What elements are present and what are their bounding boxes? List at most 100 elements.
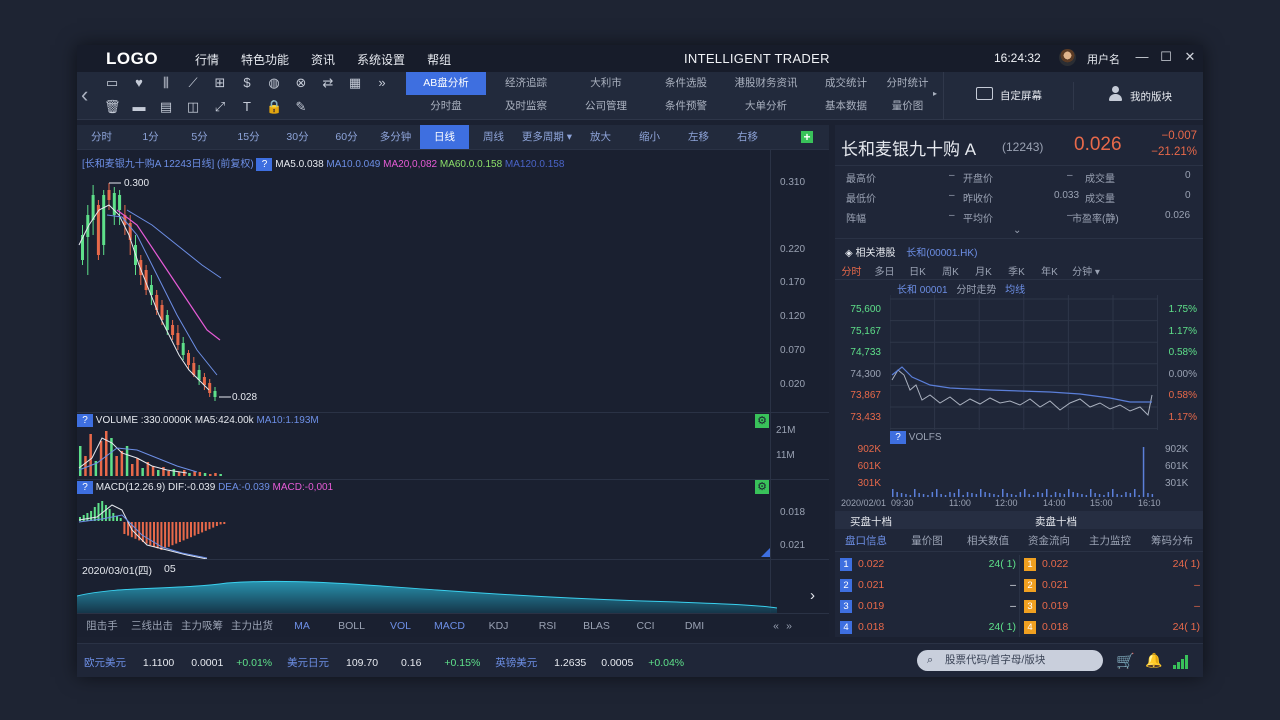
- volume-settings-icon[interactable]: ⚙: [755, 414, 769, 428]
- minimize-icon[interactable]: —: [1135, 49, 1149, 65]
- tab-basic-data[interactable]: 基本数据: [806, 95, 886, 117]
- globe-icon[interactable]: ◍: [266, 76, 282, 90]
- tab-capital-flow[interactable]: 资金流向: [1019, 531, 1079, 551]
- related-volume-chart[interactable]: [890, 445, 1158, 497]
- forward-icon[interactable]: »: [374, 76, 390, 90]
- period-60m[interactable]: 60分: [322, 125, 371, 149]
- period-15m[interactable]: 15分: [224, 125, 273, 149]
- pen-icon[interactable]: ✎: [293, 100, 309, 114]
- add-panel-icon[interactable]: +: [801, 131, 813, 143]
- tab-hk-finance[interactable]: 港股财务资讯: [726, 72, 806, 95]
- tab-volume-price-chart[interactable]: 量价图: [897, 531, 957, 551]
- tab-condition-alert[interactable]: 条件预警: [646, 95, 726, 117]
- sell-row[interactable]: 1 0.022 24( 1): [1024, 558, 1200, 579]
- macd-help-icon[interactable]: ?: [77, 481, 93, 494]
- period-1m[interactable]: 1分: [126, 125, 175, 149]
- tab-main-monitor[interactable]: 主力监控: [1079, 531, 1141, 551]
- menu-item-settings[interactable]: 系统设置: [357, 51, 405, 68]
- navigator-next-icon[interactable]: ›: [810, 587, 815, 604]
- period-timeshare[interactable]: 分时: [77, 125, 126, 149]
- fx-name-eurusd[interactable]: 欧元美元: [84, 657, 126, 669]
- macd-settings-icon[interactable]: ⚙: [755, 480, 769, 494]
- menu-item-quotes[interactable]: 行情: [195, 51, 219, 68]
- my-blocks-button[interactable]: 我的版块: [1130, 89, 1172, 104]
- exchange-icon[interactable]: ⇄: [320, 76, 336, 90]
- buy-row[interactable]: 3 0.019 –: [840, 600, 1016, 621]
- indicator-three-line[interactable]: 三线出击: [127, 618, 177, 633]
- tab-ab-analysis[interactable]: AB盘分析: [406, 72, 486, 95]
- heart-icon[interactable]: ♥: [131, 76, 147, 90]
- period-daily[interactable]: 日线: [420, 125, 469, 149]
- buy-row[interactable]: 2 0.021 –: [840, 579, 1016, 600]
- indicator-scroll-right-icon[interactable]: »: [779, 620, 799, 632]
- cart-icon[interactable]: 🛒: [1116, 652, 1135, 670]
- zoom-out-button[interactable]: 缩小: [625, 125, 674, 149]
- indicator-ma[interactable]: MA: [277, 620, 327, 632]
- lock-icon[interactable]: 🔒: [266, 100, 282, 114]
- candlestick-chart[interactable]: [77, 165, 771, 405]
- rel-vol-help-icon[interactable]: ?: [890, 431, 906, 444]
- sell-row[interactable]: 2 0.021 –: [1024, 579, 1200, 600]
- username[interactable]: 用户名: [1087, 51, 1120, 67]
- maximize-icon[interactable]: ☐: [1159, 49, 1173, 65]
- fx-name-usdjpy[interactable]: 美元日元: [287, 657, 329, 669]
- tab-company-mgmt[interactable]: 公司管理: [566, 95, 646, 117]
- text-icon[interactable]: T: [239, 100, 255, 114]
- expand-icon[interactable]: ⤢: [212, 100, 228, 114]
- layout-icon[interactable]: ▤: [158, 100, 174, 114]
- buy-row[interactable]: 4 0.018 24( 1): [840, 621, 1016, 642]
- indicator-blas[interactable]: BLAS: [572, 620, 621, 632]
- tab-economy-tracking[interactable]: 经济追踪: [486, 72, 566, 95]
- tab-trade-stats[interactable]: 成交统计: [806, 72, 886, 95]
- buy-row[interactable]: 1 0.022 24( 1): [840, 558, 1016, 579]
- fx-name-gbpusd[interactable]: 英镑美元: [495, 657, 537, 669]
- macd-chart[interactable]: [77, 495, 771, 560]
- menu-item-news[interactable]: 资讯: [311, 51, 335, 68]
- monitor-icon[interactable]: [976, 87, 993, 100]
- calculator-icon[interactable]: ▦: [347, 76, 363, 90]
- block-icon[interactable]: ⊗: [293, 76, 309, 90]
- close-icon[interactable]: ✕: [1183, 49, 1197, 65]
- tab-chip-distribution[interactable]: 筹码分布: [1141, 531, 1203, 551]
- tab-stock-screener[interactable]: 条件选股: [646, 72, 726, 95]
- period-weekly[interactable]: 周线: [469, 125, 518, 149]
- back-arrow-icon[interactable]: ‹: [81, 82, 88, 108]
- resize-corner-icon[interactable]: [761, 548, 770, 557]
- tab-time-stats[interactable]: 分时统计: [886, 72, 929, 95]
- indicator-accumulate[interactable]: 主力吸筹: [177, 618, 227, 633]
- trash-icon[interactable]: 🗑: [104, 100, 121, 114]
- candlestick-icon[interactable]: ⫼: [158, 76, 174, 90]
- search-input[interactable]: ⌕ 股票代码/首字母/版块: [917, 650, 1103, 671]
- bell-icon[interactable]: 🔔: [1145, 652, 1162, 669]
- dollar-icon[interactable]: $: [239, 76, 255, 90]
- tab-volume-price[interactable]: 量价图: [886, 95, 929, 117]
- period-multi-min[interactable]: 多分钟: [371, 125, 420, 149]
- indicator-cci[interactable]: CCI: [621, 620, 670, 632]
- sell-book-title[interactable]: 卖盘十档: [1035, 514, 1077, 529]
- indicator-scroll-left-icon[interactable]: «: [719, 620, 779, 632]
- volume-help-icon[interactable]: ?: [77, 414, 93, 427]
- indicator-rsi[interactable]: RSI: [523, 620, 572, 632]
- indicator-dmi[interactable]: DMI: [670, 620, 719, 632]
- zoom-in-button[interactable]: 放大: [576, 125, 625, 149]
- custom-screen-button[interactable]: 自定屏幕: [1000, 88, 1042, 103]
- tab-time-sharing[interactable]: 分时盘: [406, 95, 486, 117]
- line-chart-icon[interactable]: ⟋: [185, 76, 201, 90]
- period-5m[interactable]: 5分: [175, 125, 224, 149]
- keyboard-icon[interactable]: ▬: [131, 100, 147, 114]
- menu-item-features[interactable]: 特色功能: [241, 51, 289, 68]
- indicator-vol[interactable]: VOL: [376, 620, 425, 632]
- avatar[interactable]: [1059, 49, 1076, 66]
- grid-plus-icon[interactable]: ⊞: [212, 76, 228, 90]
- indicator-distribute[interactable]: 主力出货: [227, 618, 277, 633]
- indicator-kdj[interactable]: KDJ: [474, 620, 523, 632]
- tab-dalishi[interactable]: 大利市: [566, 72, 646, 95]
- tab-related-values[interactable]: 相关数值: [957, 531, 1019, 551]
- window-icon[interactable]: ◫: [185, 100, 201, 114]
- buy-book-title[interactable]: 买盘十档: [850, 514, 892, 529]
- indicator-boll[interactable]: BOLL: [327, 620, 376, 632]
- expand-chevron-icon[interactable]: ⌄: [1013, 225, 1021, 236]
- move-left-button[interactable]: 左移: [674, 125, 723, 149]
- tab-order-info[interactable]: 盘口信息: [835, 531, 897, 551]
- volume-chart[interactable]: [77, 428, 771, 478]
